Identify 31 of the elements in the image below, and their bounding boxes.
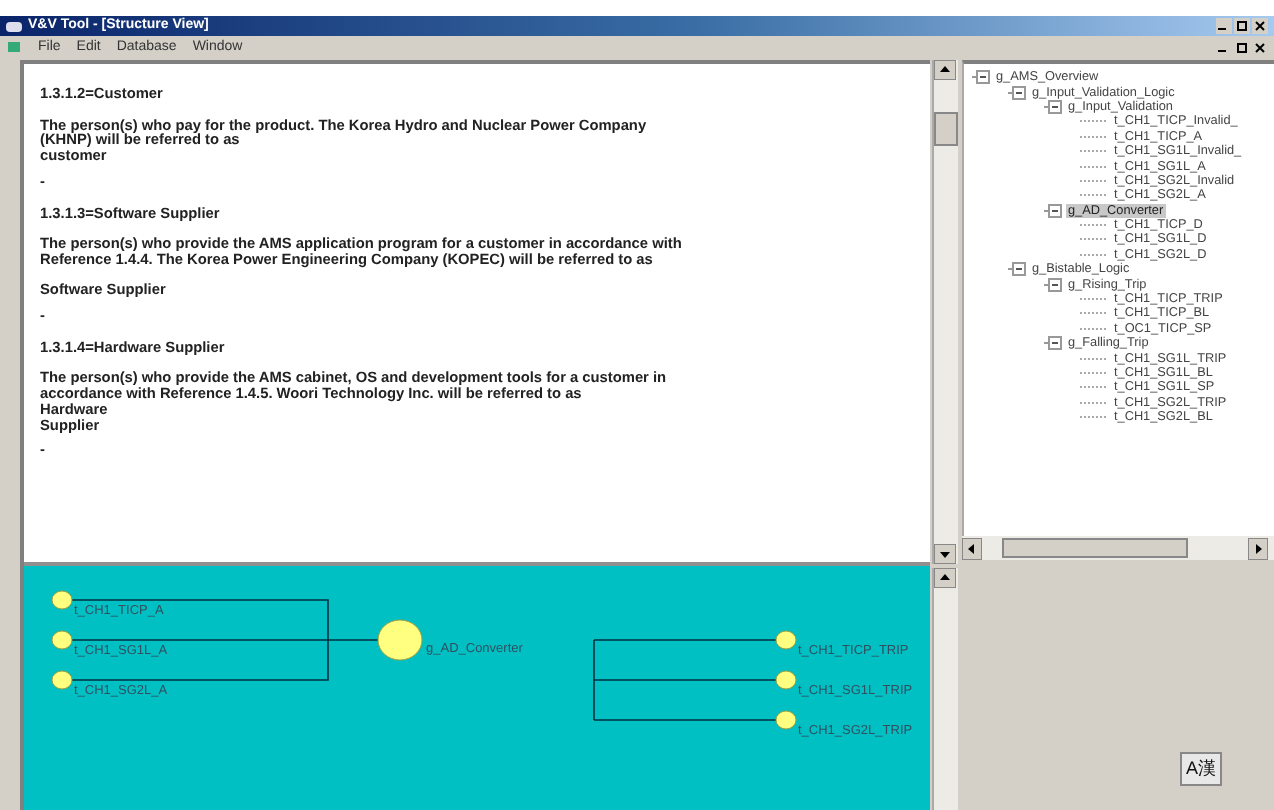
- horizontal-scrollbar[interactable]: [962, 536, 1274, 560]
- collapse-icon[interactable]: [1008, 262, 1026, 277]
- scroll-thumb[interactable]: [934, 112, 958, 146]
- close-icon[interactable]: [1252, 39, 1268, 55]
- collapse-icon[interactable]: [1044, 277, 1062, 292]
- app-icon: [6, 19, 22, 33]
- minimize-icon[interactable]: [1216, 18, 1232, 34]
- collapse-icon[interactable]: [1044, 203, 1062, 218]
- input-node: [51, 670, 73, 690]
- output-node: [775, 710, 797, 730]
- collapse-icon[interactable]: [972, 70, 990, 85]
- output-node: [775, 630, 797, 650]
- collapse-icon[interactable]: [1044, 99, 1062, 114]
- scroll-down-icon[interactable]: [934, 544, 956, 564]
- scroll-right-icon[interactable]: [1248, 537, 1268, 559]
- converter-node: [377, 619, 423, 661]
- input-node: [51, 630, 73, 650]
- scroll-thumb[interactable]: [1002, 538, 1188, 558]
- restore-icon[interactable]: [1234, 39, 1250, 55]
- vertical-scrollbar[interactable]: [932, 568, 958, 810]
- collapse-icon[interactable]: [1008, 85, 1026, 100]
- input-node: [51, 590, 73, 610]
- scroll-left-icon[interactable]: [962, 537, 982, 559]
- collapse-icon[interactable]: [1044, 336, 1062, 351]
- ime-indicator[interactable]: A漢: [1179, 752, 1222, 786]
- vertical-scrollbar[interactable]: [932, 60, 958, 564]
- output-node: [775, 670, 797, 690]
- scroll-up-icon[interactable]: [934, 60, 956, 80]
- close-icon[interactable]: [1252, 18, 1268, 34]
- scroll-up-icon[interactable]: [934, 568, 956, 588]
- maximize-icon[interactable]: [1234, 18, 1250, 34]
